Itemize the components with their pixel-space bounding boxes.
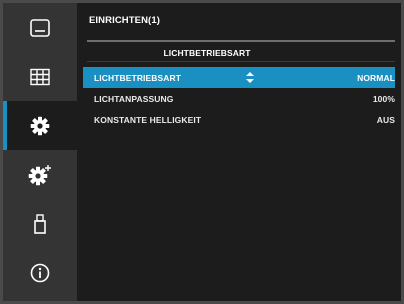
setting-label: LICHTBETRIEBSART (94, 72, 182, 83)
setting-label: LICHTANPASSUNG (94, 93, 174, 104)
menu-subtitle: LICHTBETRIEBSART (163, 48, 251, 58)
setting-label: KONSTANTE HELLIGKEIT (94, 114, 202, 125)
setting-row-lichtbetriebsart[interactable]: LICHTBETRIEBSART NORMAL (83, 67, 395, 88)
gear-plus-icon (28, 164, 52, 186)
setting-value: 100% (372, 93, 395, 104)
sidebar-item-setup[interactable] (3, 101, 77, 150)
setting-row-konstante-helligkeit[interactable]: KONSTANTE HELLIGKEIT AUS (83, 109, 395, 130)
usb-icon (33, 213, 47, 234)
gear-icon (30, 116, 50, 136)
grid-icon (30, 68, 50, 86)
sidebar-item-usb[interactable] (3, 199, 77, 248)
settings-list: LICHTBETRIEBSART NORMAL LICHTANPASSUNG 1… (83, 67, 395, 130)
sidebar-item-grid[interactable] (3, 52, 77, 101)
menu-title: EINRICHTEN(1) (89, 15, 160, 26)
menu-panel: EINRICHTEN(1) LICHTBETRIEBSART LICHTBETR… (77, 3, 401, 301)
up-down-arrows-icon (246, 72, 254, 83)
sidebar-item-setup-plus[interactable] (3, 150, 77, 199)
picture-icon (30, 18, 50, 37)
sidebar (3, 3, 77, 301)
setting-value: NORMAL (357, 72, 395, 83)
setting-value: AUS (376, 114, 395, 125)
setting-row-lichtanpassung[interactable]: LICHTANPASSUNG 100% (83, 88, 395, 109)
info-icon (30, 263, 50, 283)
subtitle-divider (87, 61, 395, 62)
osd-menu-window: EINRICHTEN(1) LICHTBETRIEBSART LICHTBETR… (3, 3, 401, 301)
title-divider (87, 40, 395, 42)
sidebar-item-info[interactable] (3, 248, 77, 297)
sidebar-item-picture[interactable] (3, 3, 77, 52)
